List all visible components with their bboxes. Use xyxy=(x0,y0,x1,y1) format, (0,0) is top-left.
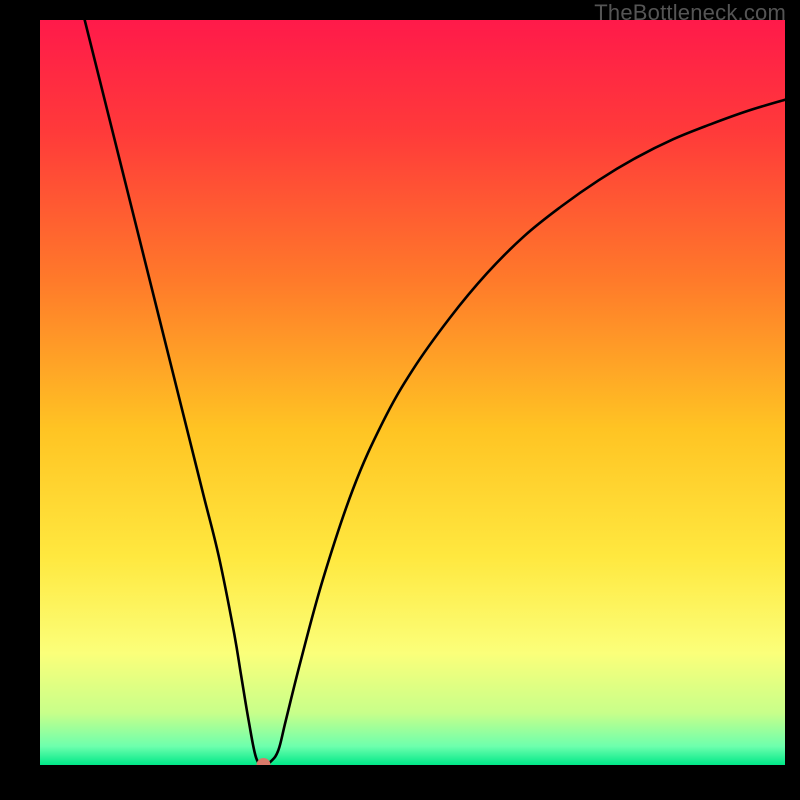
chart-frame xyxy=(40,20,785,765)
bottleneck-chart xyxy=(40,20,785,765)
chart-background xyxy=(40,20,785,765)
